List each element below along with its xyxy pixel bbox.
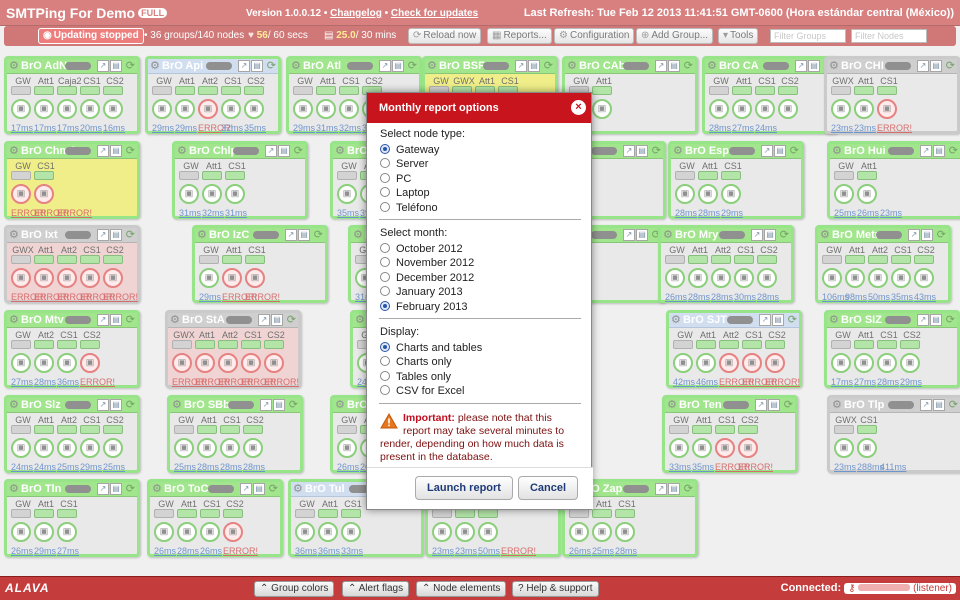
launch-report-button[interactable]: Launch report (415, 476, 513, 500)
radio-button[interactable] (380, 341, 390, 352)
display-option[interactable]: Tables only (380, 370, 591, 385)
chevron-up-icon: ⌃ (348, 583, 357, 594)
radio-button[interactable] (380, 271, 390, 282)
radio-button[interactable] (380, 356, 390, 366)
radio-button[interactable] (380, 257, 390, 267)
important-notice: Important: please note that this report … (367, 406, 591, 464)
cancel-button[interactable]: Cancel (518, 476, 578, 500)
warning-icon (380, 412, 398, 429)
radio-button[interactable] (380, 143, 390, 154)
node-type-option[interactable]: Laptop (380, 186, 591, 201)
alert-flags-button[interactable]: ⌃ Alert flags (342, 581, 410, 597)
display-label: Display: (380, 326, 420, 338)
month-option[interactable]: November 2012 (380, 256, 591, 271)
node-type-option[interactable]: PC (380, 172, 591, 187)
dialog-header: Monthly report options × (367, 93, 591, 123)
node-type-label: Select node type: (380, 128, 466, 140)
month-options: October 2012 November 2012 December 2012 Ja… (380, 242, 591, 315)
radio-button[interactable] (380, 242, 390, 253)
help-icon: ? (518, 583, 524, 594)
display-options: Charts and tables Charts only Tables only C… (380, 341, 591, 399)
brand-logo: ALAVA (5, 581, 50, 595)
divider (379, 219, 581, 220)
node-type-section: Select node type: Gateway Server PC Laptop T… (367, 123, 591, 215)
display-section: Display: Charts and tables Charts only Tab… (367, 321, 591, 399)
month-option[interactable]: January 2013 (380, 285, 591, 300)
help-support-button[interactable]: ? Help & support (512, 581, 599, 597)
dialog-title: Monthly report options (379, 102, 499, 114)
monthly-report-dialog: Monthly report options × Select node typ… (366, 92, 593, 510)
radio-button[interactable] (380, 286, 390, 296)
dialog-footer: Launch report Cancel (367, 467, 593, 509)
node-type-option[interactable]: Server (380, 157, 591, 172)
divider (379, 402, 581, 404)
radio-button[interactable] (380, 187, 390, 197)
connection-status: Connected: ⚷ (listener) (781, 582, 956, 594)
month-option[interactable]: February 2013 (380, 300, 591, 315)
display-option[interactable]: Charts only (380, 355, 591, 370)
month-section: Select month: October 2012 November 2012 D… (367, 222, 591, 314)
divider (379, 318, 581, 319)
radio-button[interactable] (380, 172, 390, 183)
radio-button[interactable] (380, 385, 390, 395)
radio-button[interactable] (380, 370, 390, 381)
chevron-up-icon: ⌃ (260, 583, 269, 594)
node-type-option[interactable]: Teléfono (380, 201, 591, 216)
group-colors-button[interactable]: ⌃ Group colors (254, 581, 335, 597)
close-icon[interactable]: × (571, 100, 586, 115)
key-icon: ⚷ (848, 583, 856, 594)
chevron-up-icon: ⌃ (422, 583, 431, 594)
month-label: Select month: (380, 227, 448, 239)
connection-badge[interactable]: ⚷ (listener) (844, 583, 956, 594)
node-elements-button[interactable]: ⌃ Node elements (416, 581, 507, 597)
important-title: Important: (403, 411, 455, 424)
node-type-options: Gateway Server PC Laptop Teléfono (380, 143, 591, 216)
display-option[interactable]: CSV for Excel (380, 384, 591, 399)
connection-address (858, 584, 911, 591)
radio-button[interactable] (380, 158, 390, 168)
display-option[interactable]: Charts and tables (380, 341, 591, 356)
radio-button[interactable] (380, 300, 390, 311)
month-option[interactable]: December 2012 (380, 271, 591, 286)
month-option[interactable]: October 2012 (380, 242, 591, 257)
radio-button[interactable] (380, 201, 390, 212)
app-footer: ALAVA ⌃ Group colors ⌃ Alert flags ⌃ Nod… (0, 576, 960, 600)
node-type-option[interactable]: Gateway (380, 143, 591, 158)
